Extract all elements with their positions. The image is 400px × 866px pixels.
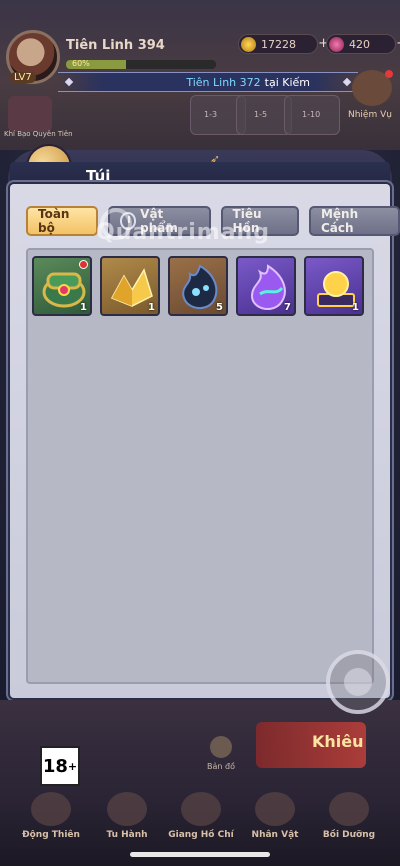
add-gem-icon[interactable]: + xyxy=(396,36,400,51)
nav-label: Bồi Dưỡng xyxy=(322,830,376,840)
inventory-items: 1 1 5 7 1 xyxy=(32,256,364,316)
home-indicator[interactable] xyxy=(130,852,270,857)
notification-dot xyxy=(385,70,393,78)
item-quantity: 7 xyxy=(284,302,291,313)
bag-title: Túi xyxy=(86,167,111,185)
side-event-label: Khí Bạo Quyên Tiên xyxy=(4,130,73,138)
nav-icon xyxy=(329,792,369,826)
player-level: LV7 xyxy=(10,72,36,83)
exp-text: 60% xyxy=(72,59,90,68)
tab-label: Toàn bộ xyxy=(38,207,70,235)
gold-coin-icon xyxy=(241,37,256,52)
map-icon[interactable] xyxy=(210,736,232,758)
nav-label: Động Thiên xyxy=(22,830,80,840)
inventory-slot-gold-crystal[interactable]: 1 xyxy=(100,256,160,316)
ticker-text: tại Kiếm xyxy=(264,75,310,89)
player-name: Tiên Linh 394 xyxy=(66,38,165,53)
tab-label: Mệnh Cách xyxy=(320,207,359,235)
nav-label: Nhân Vật xyxy=(251,830,299,840)
nav-dong-thien[interactable]: Động Thiên xyxy=(16,792,86,840)
nav-nhan-vat[interactable]: Nhân Vật xyxy=(240,792,310,840)
gold-counter[interactable]: 17228 + xyxy=(238,34,329,54)
gem-amount: 420 xyxy=(349,37,370,51)
item-quantity: 1 xyxy=(80,302,87,313)
assistive-touch-button[interactable] xyxy=(326,650,390,714)
age-rating-badge: 18 + xyxy=(40,746,80,786)
watermark: Quantrimang xyxy=(96,220,270,245)
inventory-slot-treasure-chest[interactable]: 1 xyxy=(32,256,92,316)
map-label: Bản đồ xyxy=(207,762,235,771)
tab-fate[interactable]: Mệnh Cách xyxy=(308,206,400,236)
ticker-player-name: Tiên Linh 372 xyxy=(186,75,261,89)
gold-amount: 17228 xyxy=(261,37,296,51)
tab-all[interactable]: Toàn bộ xyxy=(26,206,98,236)
inventory-slot-dark-soul-flame[interactable]: 5 xyxy=(168,256,228,316)
gem-icon xyxy=(329,37,344,52)
nav-icon xyxy=(255,792,295,826)
nav-label: Giang Hồ Chí xyxy=(168,830,234,840)
item-quantity: 5 xyxy=(216,302,223,313)
item-quantity: 1 xyxy=(352,302,359,313)
nav-icon xyxy=(107,792,147,826)
diamond-icon xyxy=(342,77,352,87)
stage-label: 1-3 xyxy=(204,110,218,119)
nav-label: Tu Hành xyxy=(106,830,148,840)
nav-icon xyxy=(181,792,221,826)
age-rating-plus: + xyxy=(67,759,78,773)
nav-icon xyxy=(31,792,71,826)
inventory-slot-gold-orb[interactable]: 1 xyxy=(304,256,364,316)
stage-label: 1-10 xyxy=(302,110,321,119)
diamond-icon xyxy=(64,77,74,87)
stage-label: 1-5 xyxy=(254,110,268,119)
challenge-label: Khiêu xyxy=(312,732,364,751)
side-event-icon[interactable] xyxy=(8,96,52,132)
game-screen: LV7 Tiên Linh 394 60% 17228 + 420 + Tiên… xyxy=(0,0,400,866)
age-rating: 18 xyxy=(42,755,68,777)
announcement-ticker: Tiên Linh 372 tại Kiếm xyxy=(58,72,358,92)
nav-tu-hanh[interactable]: Tu Hành xyxy=(92,792,162,840)
nav-giang-ho-chi[interactable]: Giang Hồ Chí xyxy=(166,792,236,840)
inventory-slot-purple-soul-flame[interactable]: 7 xyxy=(236,256,296,316)
quest-label: Nhiệm Vụ xyxy=(348,110,392,120)
item-quantity: 1 xyxy=(148,302,155,313)
gem-counter[interactable]: 420 + xyxy=(326,34,400,54)
new-item-dot xyxy=(79,260,88,269)
nav-boi-duong[interactable]: Bồi Dưỡng xyxy=(314,792,384,840)
